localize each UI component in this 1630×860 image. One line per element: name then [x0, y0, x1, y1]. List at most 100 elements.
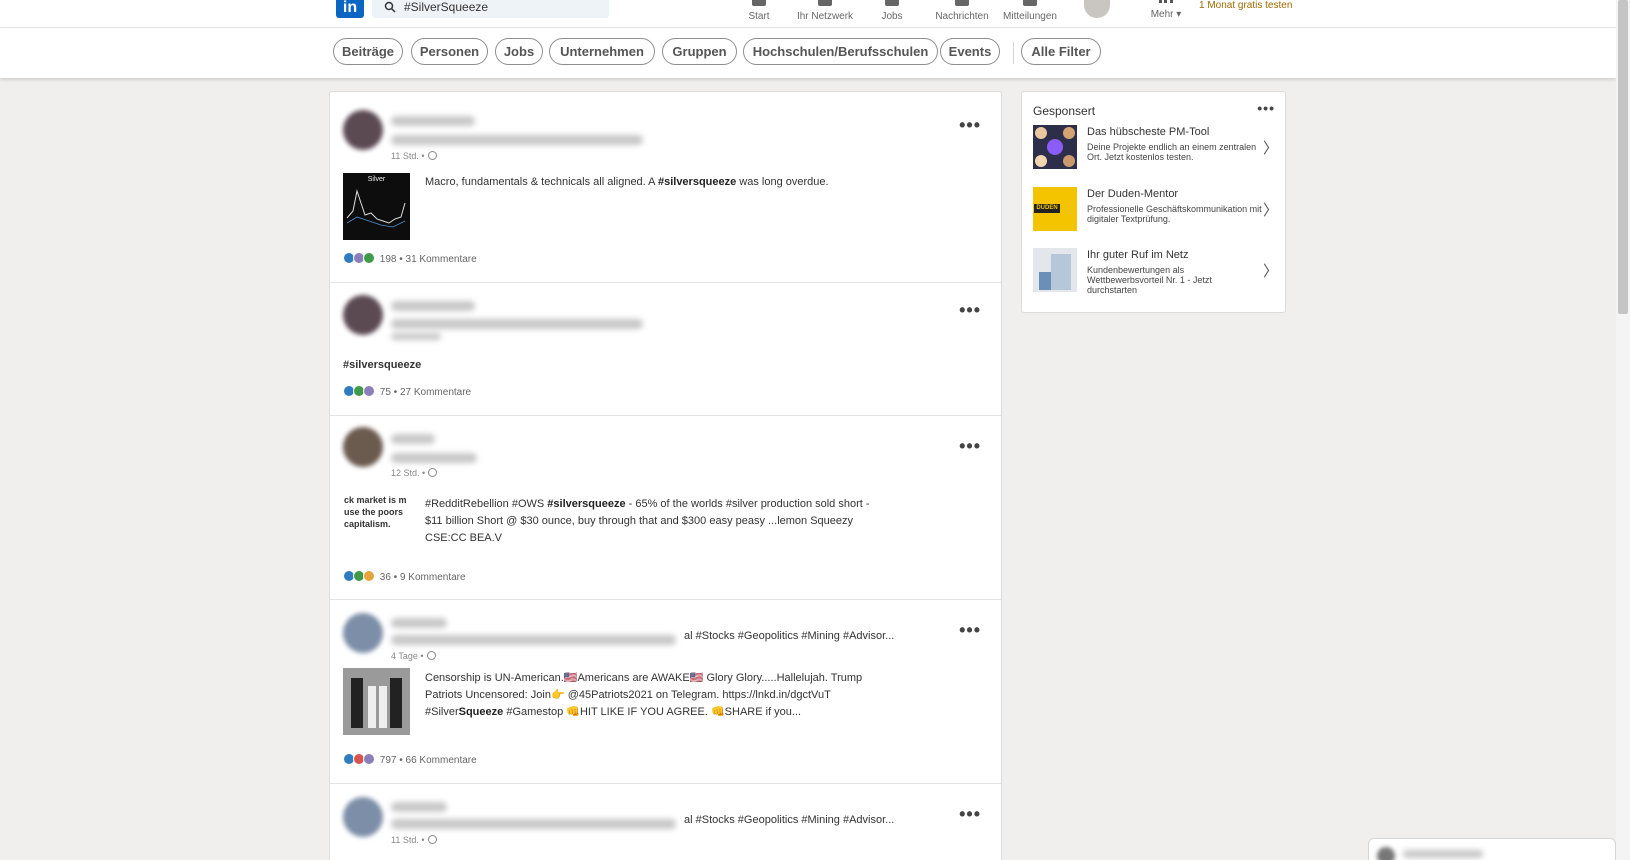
feed-post: ••• #silversqueeze 75 • 27 Kommentare — [330, 283, 1001, 416]
sponsored-item-title: Das hübscheste PM-Tool — [1087, 126, 1210, 138]
post-more-menu[interactable]: ••• — [959, 301, 981, 319]
linkedin-logo[interactable]: in — [336, 0, 364, 18]
post-timestamp: 11 Std. • — [391, 835, 437, 845]
home-icon — [752, 0, 766, 6]
author-avatar[interactable] — [343, 427, 383, 467]
hashtag-link[interactable]: #silversqueeze — [547, 498, 625, 510]
filter-people[interactable]: Personen — [411, 38, 488, 65]
globe-icon — [427, 151, 437, 160]
author-headline-hashtags: al #Stocks #Geopolitics #Mining #Advisor… — [684, 814, 895, 826]
author-avatar[interactable] — [343, 295, 383, 335]
author-headline-blurred — [391, 819, 676, 829]
nav-messaging[interactable]: Nachrichten — [933, 0, 991, 24]
search-icon — [384, 1, 396, 13]
author-headline-blurred — [391, 135, 643, 145]
sponsored-item-title: Der Duden-Mentor — [1087, 188, 1179, 200]
celebrate-reaction-icon — [363, 252, 375, 264]
author-headline-blurred — [391, 319, 643, 329]
reputation-image — [1033, 248, 1077, 292]
feed-post: al #Stocks #Geopolitics #Mining #Advisor… — [330, 600, 1001, 784]
author-headline-hashtags: al #Stocks #Geopolitics #Mining #Advisor… — [684, 630, 895, 642]
post-more-menu[interactable]: ••• — [959, 116, 981, 134]
post-image-silver-chart[interactable]: Silver — [343, 173, 410, 240]
duden-logo-image: DUDEN — [1033, 187, 1077, 231]
chevron-right-icon: 〉 — [1262, 202, 1278, 219]
post-text: Macro, fundamentals & technicals all ali… — [425, 176, 829, 188]
sponsored-item-desc: Professionelle Geschäftskommunikation mi… — [1087, 204, 1262, 224]
sponsored-title: Gesponsert — [1033, 104, 1096, 118]
post-timestamp: 4 Tage • — [391, 651, 436, 661]
filter-schools[interactable]: Hochschulen/Berufsschulen — [743, 38, 938, 65]
post-image-meme[interactable]: ck market is m use the poors capitalism. — [343, 494, 410, 561]
search-results-feed: 11 Std. • ••• Silver Macro, fundamentals… — [329, 91, 1002, 860]
reactions-summary[interactable]: 75 • 27 Kommentare — [343, 385, 471, 398]
filter-jobs[interactable]: Jobs — [495, 38, 543, 65]
reactions-summary[interactable]: 198 • 31 Kommentare — [343, 252, 477, 265]
post-timestamp-blurred — [391, 333, 441, 340]
sponsored-item-desc: Kundenbewertungen als Wettbewerbsvorteil… — [1087, 265, 1212, 295]
messaging-overlay[interactable] — [1368, 838, 1616, 860]
page-scrollbar[interactable] — [1616, 0, 1630, 860]
author-name-blurred — [391, 618, 447, 628]
chart-thumbnail-icon — [346, 189, 406, 228]
search-input[interactable] — [404, 0, 600, 14]
filter-posts[interactable]: Beiträge — [333, 38, 403, 65]
author-name-blurred — [391, 301, 475, 311]
premium-trial-link[interactable]: 1 Monat gratis testen — [1199, 0, 1292, 11]
post-more-menu[interactable]: ••• — [959, 437, 981, 455]
nav-jobs[interactable]: Jobs — [879, 0, 905, 24]
filter-divider — [1013, 42, 1014, 64]
chevron-right-icon: 〉 — [1262, 140, 1278, 157]
insightful-reaction-icon — [363, 753, 375, 765]
search-filter-bar: Beiträge Personen Jobs Unternehmen Grupp… — [0, 28, 1616, 78]
filter-groups[interactable]: Gruppen — [662, 38, 737, 65]
scrollbar-thumb[interactable] — [1618, 0, 1628, 314]
network-icon — [818, 0, 832, 6]
nav-network[interactable]: Ihr Netzwerk — [794, 0, 856, 24]
sponsored-item-desc: Deine Projekte endlich an einem zentrale… — [1087, 142, 1257, 162]
grid-icon — [1159, 0, 1173, 4]
top-navigation: in Start Ihr Netzwerk Jobs Nachrichten M… — [0, 0, 1616, 28]
pm-tool-image — [1033, 125, 1077, 169]
sponsored-panel: Gesponsert ••• Das hübscheste PM-Tool De… — [1021, 91, 1286, 313]
author-name-blurred — [391, 434, 435, 444]
author-name-blurred — [391, 802, 447, 812]
filter-events[interactable]: Events — [940, 38, 1000, 65]
post-timestamp: 12 Std. • — [391, 468, 438, 478]
author-headline-blurred — [391, 635, 676, 645]
reactions-summary[interactable]: 36 • 9 Kommentare — [343, 570, 466, 583]
curious-reaction-icon — [363, 570, 375, 582]
globe-icon — [427, 835, 437, 844]
post-timestamp: 11 Std. • — [391, 151, 437, 161]
hashtag-link[interactable]: #silversqueeze — [658, 176, 736, 188]
chevron-right-icon: 〉 — [1262, 263, 1278, 280]
feed-post: 11 Std. • ••• Silver Macro, fundamentals… — [330, 92, 1001, 283]
globe-icon — [428, 468, 438, 477]
nav-start[interactable]: Start — [744, 0, 774, 24]
author-avatar[interactable] — [343, 110, 383, 150]
bell-icon — [1023, 0, 1037, 6]
all-filters-button[interactable]: Alle Filter — [1021, 38, 1101, 65]
author-name-blurred — [391, 116, 475, 126]
reactions-summary[interactable]: 797 • 66 Kommentare — [343, 753, 477, 766]
author-avatar[interactable] — [343, 613, 383, 653]
sponsored-item[interactable]: Ihr guter Ruf im Netz Kundenbewertungen … — [1033, 248, 1278, 308]
search-bar[interactable] — [372, 0, 609, 18]
feed-post: 12 Std. • ••• ck market is m use the poo… — [330, 416, 1001, 600]
nav-more[interactable]: Mehr ▾ — [1146, 0, 1186, 24]
filter-companies[interactable]: Unternehmen — [549, 38, 655, 65]
nav-notifications[interactable]: Mitteilungen — [1000, 0, 1060, 24]
messaging-icon — [955, 0, 969, 6]
profile-avatar[interactable] — [1084, 0, 1110, 18]
sponsored-item[interactable]: DUDEN Der Duden-Mentor Professionelle Ge… — [1033, 187, 1278, 239]
feed-post: al #Stocks #Geopolitics #Mining #Advisor… — [330, 784, 1001, 860]
post-image-photo[interactable] — [343, 668, 410, 735]
author-avatar[interactable] — [343, 797, 383, 837]
post-text: #RedditRebellion #OWS #silversqueeze - 6… — [425, 498, 870, 544]
sponsored-item-title: Ihr guter Ruf im Netz — [1087, 249, 1189, 261]
sponsored-item[interactable]: Das hübscheste PM-Tool Deine Projekte en… — [1033, 125, 1278, 177]
sponsored-more-menu[interactable]: ••• — [1257, 100, 1275, 116]
hashtag-link[interactable]: #silversqueeze — [343, 357, 421, 374]
post-more-menu[interactable]: ••• — [959, 805, 981, 823]
post-more-menu[interactable]: ••• — [959, 621, 981, 639]
